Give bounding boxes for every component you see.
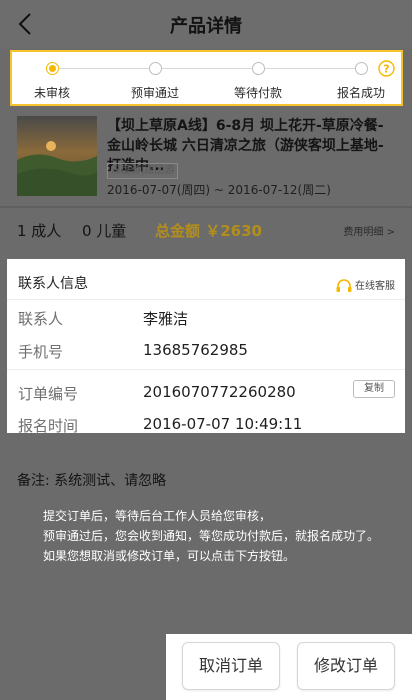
step-dot: [148, 62, 162, 75]
product-tag: 深度游|跟团游: [107, 163, 179, 179]
step-label: 等待付款: [233, 86, 282, 100]
product-summary[interactable]: 【坝上草原A线】6-8月 坝上花开-草原冷餐-金山岭长城 六日清凉之旅（游侠客坝…: [0, 108, 412, 206]
contact-name-value: 李雅洁: [143, 310, 189, 328]
modify-order-button[interactable]: 修改订单: [297, 642, 395, 690]
step-awaiting-payment: 等待付款: [210, 62, 306, 101]
signup-time-label: 报名时间: [18, 417, 79, 433]
fee-details-link[interactable]: 费用明细 >: [343, 223, 395, 238]
contact-name-label: 联系人: [18, 310, 64, 328]
total-amount: 总金额 ￥2630: [155, 222, 262, 240]
signup-time-value: 2016-07-07 10:49:11: [143, 415, 303, 433]
step-label: 报名成功: [336, 86, 385, 100]
question-circle-icon[interactable]: ?: [378, 60, 395, 77]
step-prereview-passed: 预审通过: [107, 62, 203, 101]
step-pending-review: 未审核: [4, 62, 100, 101]
step-label: 预审通过: [130, 86, 179, 100]
order-progress: 未审核 预审通过 等待付款 报名成功 ?: [10, 50, 403, 106]
product-thumbnail: [17, 116, 97, 196]
page-title: 产品详情: [170, 16, 242, 37]
notice-line: 提交订单后，等待后台工作人员给您审核，: [43, 509, 272, 523]
online-service-label: 在线客服: [355, 281, 395, 292]
order-number-label: 订单编号: [18, 385, 79, 403]
divider: [7, 299, 405, 300]
product-dates: 2016-07-07(周四) ~ 2016-07-12(周二): [107, 183, 331, 197]
copy-button[interactable]: 复制: [353, 380, 395, 398]
step-dot: [354, 62, 368, 75]
notice-line: 如果您想取消或修改订单，可以点击下方按钮。: [43, 549, 296, 563]
notice-text: 提交订单后，等待后台工作人员给您审核， 预审通过后，您会收到通知，等您成功付款后…: [43, 506, 379, 566]
order-remark: 备注: 系统测试、请忽略: [17, 473, 167, 489]
contact-info-card: 联系人信息 在线客服 联系人 李雅洁 手机号 13685762985 订单编号 …: [7, 259, 405, 433]
action-bar: 取消订单 修改订单: [166, 634, 412, 700]
headset-icon: [335, 279, 355, 292]
online-service-link[interactable]: 在线客服: [335, 277, 395, 294]
divider: [7, 369, 405, 370]
divider: [0, 206, 412, 208]
contact-section-title: 联系人信息: [18, 276, 88, 292]
step-dot-active: [45, 62, 59, 75]
adult-count: 1 成人: [17, 222, 62, 240]
child-count: 0 儿童: [82, 222, 127, 240]
phone-label: 手机号: [18, 343, 64, 361]
notice-line: 预审通过后，您会收到通知，等您成功付款后，就报名成功了。: [43, 529, 380, 543]
cancel-order-button[interactable]: 取消订单: [182, 642, 280, 690]
participants-summary: 1 成人 0 儿童 总金额 ￥2630 费用明细 >: [0, 210, 412, 250]
order-number-value: 2016070772260280: [143, 383, 296, 401]
step-label: 未审核: [33, 86, 70, 100]
header: 产品详情: [0, 0, 412, 48]
step-dot: [251, 62, 265, 75]
svg-text:?: ?: [383, 63, 389, 76]
phone-value: 13685762985: [143, 341, 248, 359]
